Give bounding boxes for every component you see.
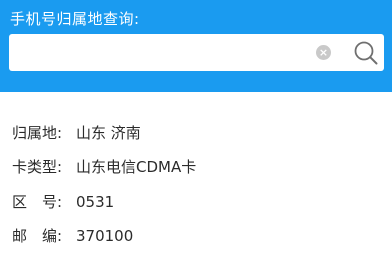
area-code-row: 区 号: 0531 — [12, 190, 114, 214]
location-label: 归属地: — [12, 124, 63, 142]
search-icon[interactable] — [353, 40, 379, 66]
card-type-label: 卡类型: — [12, 158, 63, 176]
location-value: 山东 济南 — [76, 124, 141, 142]
page-title: 手机号归属地查询: — [10, 10, 140, 28]
phone-number-input[interactable] — [13, 38, 303, 67]
card-type-value: 山东电信CDMA卡 — [76, 158, 197, 176]
area-code-label: 区 号: — [12, 193, 63, 211]
clear-icon[interactable]: × — [316, 45, 331, 60]
area-code-value: 0531 — [76, 193, 115, 211]
zip-code-value: 370100 — [76, 227, 134, 245]
card-type-row: 卡类型: 山东电信CDMA卡 — [12, 155, 196, 179]
location-row: 归属地: 山东 济南 — [12, 121, 141, 145]
zip-code-label: 邮 编: — [12, 227, 63, 245]
header-bar: 手机号归属地查询: × — [0, 0, 392, 92]
zip-code-row: 邮 编: 370100 — [12, 224, 133, 248]
search-box: × — [9, 34, 384, 71]
